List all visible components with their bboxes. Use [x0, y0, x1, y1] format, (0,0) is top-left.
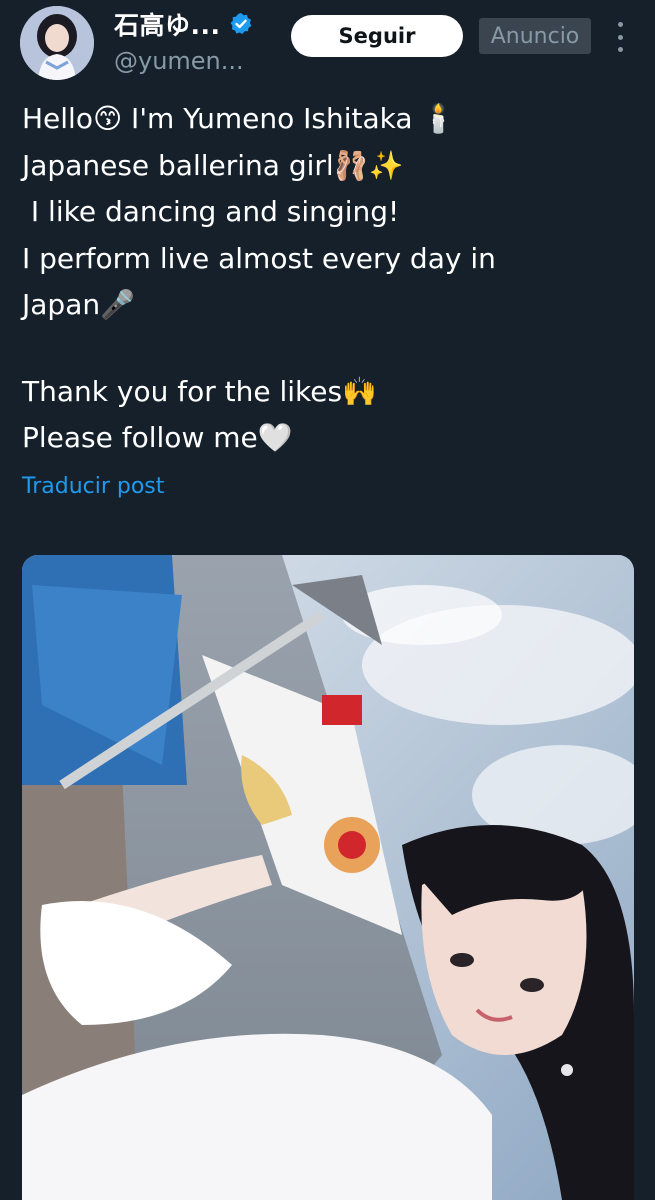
post-line: Thank you for the likes🙌: [22, 374, 377, 408]
ad-badge: Anuncio: [479, 18, 591, 54]
post-image[interactable]: [22, 555, 634, 1200]
follow-button[interactable]: Seguir: [291, 15, 463, 57]
post-line: Japan🎤: [22, 288, 135, 321]
post-line: I perform live almost every day in: [22, 241, 496, 275]
post-header: 石高ゆ... @yumen... Seguir Anuncio: [0, 0, 655, 90]
post-line: Japanese ballerina girl🩰✨: [22, 148, 404, 182]
post-line: Please follow me🤍: [22, 421, 293, 454]
name-row: 石高ゆ...: [114, 6, 253, 42]
post-text: Hello😙 I'm Yumeno Ishitaka 🕯️ Japanese b…: [22, 96, 632, 462]
avatar[interactable]: [20, 6, 94, 80]
more-dot: [617, 34, 623, 40]
user-handle[interactable]: @yumen...: [114, 47, 244, 75]
more-options-icon[interactable]: [608, 20, 632, 54]
more-dot: [617, 47, 623, 52]
verified-badge-icon: [230, 13, 251, 34]
translate-post-link[interactable]: Traducir post: [22, 474, 164, 499]
post-line: I like dancing and singing!: [22, 195, 400, 228]
post-line: Hello😙 I'm Yumeno Ishitaka 🕯️: [22, 102, 457, 135]
display-name[interactable]: 石高ゆ...: [114, 6, 221, 42]
more-dot: [617, 22, 623, 27]
post-line-blank: [22, 329, 632, 369]
